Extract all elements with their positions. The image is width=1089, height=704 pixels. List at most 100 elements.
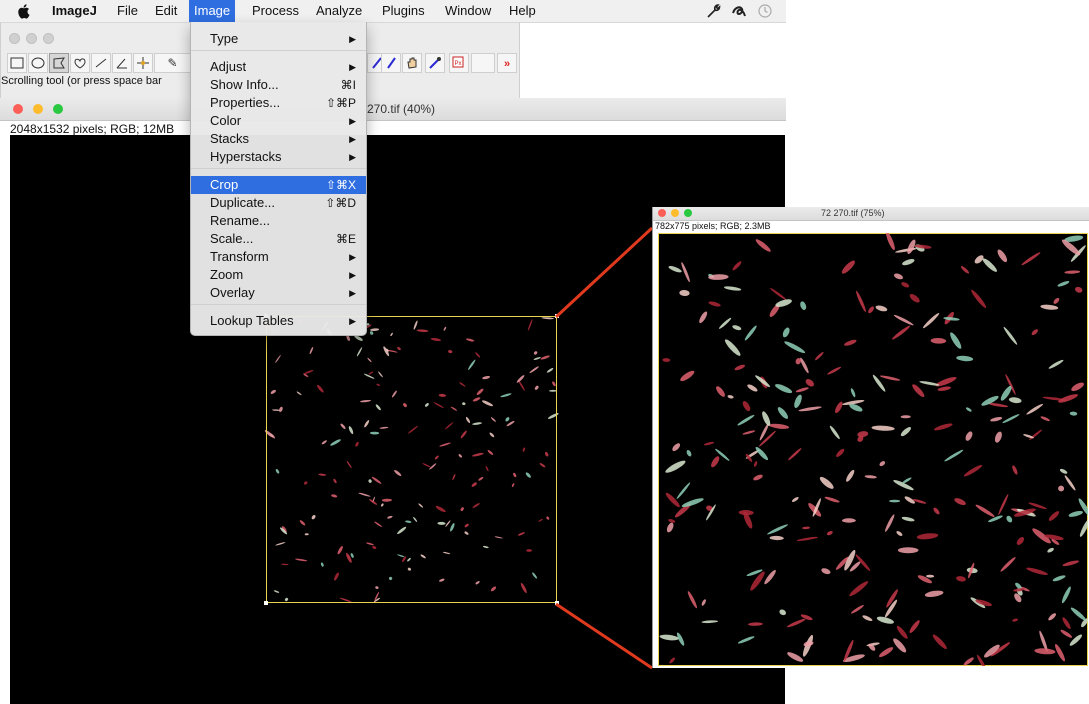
image-window-main-title: 270.tif (40%) bbox=[367, 102, 436, 116]
menu-item-label: Rename... bbox=[210, 213, 270, 228]
menu-item-properties[interactable]: Properties... ⇧⌘P bbox=[191, 94, 366, 112]
blank-tool-slot[interactable] bbox=[471, 53, 495, 73]
menu-item-type[interactable]: Type ▶ bbox=[191, 30, 366, 48]
close-button[interactable] bbox=[13, 104, 23, 114]
menu-item-duplicate[interactable]: Duplicate... ⇧⌘D bbox=[191, 194, 366, 212]
zoom-button[interactable] bbox=[53, 104, 63, 114]
menu-item-label: Crop bbox=[210, 177, 239, 192]
image-menu-dropdown: Type ▶ Adjust ▶ Show Info... ⌘I Properties... ⇧… bbox=[190, 22, 367, 336]
roi-handle[interactable] bbox=[555, 601, 559, 605]
menu-analyze[interactable]: Analyze bbox=[311, 0, 367, 22]
menu-item-shortcut: ⌘I bbox=[340, 78, 356, 92]
menu-window[interactable]: Window bbox=[440, 0, 496, 22]
menu-app-name[interactable]: ImageJ bbox=[47, 0, 102, 22]
submenu-arrow-icon: ▶ bbox=[349, 134, 356, 144]
menu-item-adjust[interactable]: Adjust ▶ bbox=[191, 58, 366, 76]
menu-item-label: Transform bbox=[210, 249, 269, 264]
menu-image[interactable]: Image bbox=[189, 0, 236, 22]
menu-item-shortcut: ⌘E bbox=[335, 232, 356, 246]
zoom-button[interactable] bbox=[43, 33, 54, 44]
menu-item-shortcut: ⇧⌘D bbox=[325, 196, 356, 210]
zoom-button[interactable] bbox=[684, 209, 692, 217]
menu-item-transform[interactable]: Transform ▶ bbox=[191, 248, 366, 266]
menubar: ImageJ File Edit Image Process Analyze P… bbox=[0, 0, 786, 23]
pixel-inspector-icon[interactable]: Px bbox=[449, 53, 469, 73]
menu-item-color[interactable]: Color ▶ bbox=[191, 112, 366, 130]
menu-process[interactable]: Process bbox=[247, 0, 304, 22]
menu-item-rename[interactable]: Rename... bbox=[191, 212, 366, 230]
point-tool-icon[interactable] bbox=[133, 53, 153, 73]
menu-item-label: Color bbox=[210, 113, 242, 128]
wrench-icon[interactable] bbox=[705, 3, 721, 19]
image-info: 782x775 pixels; RGB; 2.3MB bbox=[655, 221, 771, 231]
menu-item-label: Stacks bbox=[210, 131, 250, 146]
wand-tool-icon[interactable]: ✎ bbox=[154, 53, 191, 73]
roi-selection[interactable] bbox=[264, 314, 559, 605]
roi-handle[interactable] bbox=[264, 601, 268, 605]
menu-edit[interactable]: Edit bbox=[150, 0, 182, 22]
line-tool-icon[interactable] bbox=[91, 53, 111, 73]
svg-text:Px: Px bbox=[455, 61, 462, 67]
image-canvas[interactable] bbox=[656, 231, 1089, 668]
minimize-button[interactable] bbox=[33, 104, 43, 114]
submenu-arrow-icon: ▶ bbox=[349, 62, 356, 72]
submenu-arrow-icon: ▶ bbox=[349, 288, 356, 298]
rectangle-tool-icon[interactable] bbox=[7, 53, 27, 73]
minimize-button[interactable] bbox=[26, 33, 37, 44]
menu-item-crop[interactable]: Crop ⇧⌘X bbox=[191, 176, 366, 194]
menu-item-stacks[interactable]: Stacks ▶ bbox=[191, 130, 366, 148]
image-info: 2048x1532 pixels; RGB; 12MB bbox=[10, 122, 175, 136]
image-window-cropped: 72 270.tif (75%) 782x775 pixels; RGB; 2.… bbox=[652, 207, 1089, 668]
menu-item-shortcut: ⇧⌘P bbox=[325, 96, 356, 110]
menu-item-label: Zoom bbox=[210, 267, 244, 282]
submenu-arrow-icon: ▶ bbox=[349, 34, 356, 44]
image-window-cropped-titlebar[interactable]: 72 270.tif (75%) bbox=[653, 207, 1089, 221]
menu-help[interactable]: Help bbox=[504, 0, 541, 22]
submenu-arrow-icon: ▶ bbox=[349, 270, 356, 280]
menu-item-hyperstacks[interactable]: Hyperstacks ▶ bbox=[191, 148, 366, 166]
menu-separator bbox=[191, 304, 366, 305]
submenu-arrow-icon: ▶ bbox=[349, 152, 356, 162]
menu-item-scale[interactable]: Scale... ⌘E bbox=[191, 230, 366, 248]
time-machine-icon[interactable] bbox=[757, 3, 773, 19]
micrograph-image bbox=[659, 233, 1088, 666]
close-button[interactable] bbox=[658, 209, 666, 217]
freehand-tool-icon[interactable] bbox=[70, 53, 90, 73]
oval-tool-icon[interactable] bbox=[28, 53, 48, 73]
roi-handle[interactable] bbox=[555, 314, 559, 318]
menu-item-show-info[interactable]: Show Info... ⌘I bbox=[191, 76, 366, 94]
menu-item-label: Overlay bbox=[210, 285, 255, 300]
menu-file[interactable]: File bbox=[112, 0, 143, 22]
submenu-arrow-icon: ▶ bbox=[349, 116, 356, 126]
image-window-cropped-title: 72 270.tif (75%) bbox=[821, 208, 885, 218]
menu-item-label: Show Info... bbox=[210, 77, 279, 92]
close-button[interactable] bbox=[9, 33, 20, 44]
more-tools-icon[interactable]: » bbox=[497, 53, 517, 73]
menu-item-label: Lookup Tables bbox=[210, 313, 294, 328]
menu-item-lookup-tables[interactable]: Lookup Tables ▶ bbox=[191, 312, 366, 330]
polygon-tool-icon[interactable] bbox=[49, 53, 69, 73]
menu-item-overlay[interactable]: Overlay ▶ bbox=[191, 284, 366, 302]
image-window-main-titlebar[interactable]: 270.tif (40%) bbox=[0, 98, 786, 121]
minimize-button[interactable] bbox=[671, 209, 679, 217]
menu-item-label: Type bbox=[210, 31, 239, 46]
angle-tool-icon[interactable] bbox=[112, 53, 132, 73]
menu-item-label: Hyperstacks bbox=[210, 149, 282, 164]
hand-tool-icon[interactable] bbox=[402, 53, 422, 73]
menu-item-shortcut: ⇧⌘X bbox=[325, 178, 356, 192]
brush-tool-icon[interactable] bbox=[381, 53, 401, 73]
menu-plugins[interactable]: Plugins bbox=[377, 0, 430, 22]
menu-item-label: Adjust bbox=[210, 59, 247, 74]
menu-separator bbox=[191, 50, 366, 51]
dropper-tool-icon[interactable] bbox=[425, 53, 445, 73]
script-icon[interactable] bbox=[731, 3, 747, 19]
apple-icon[interactable] bbox=[17, 3, 31, 19]
submenu-arrow-icon: ▶ bbox=[349, 252, 356, 262]
menu-item-label: Scale... bbox=[210, 231, 254, 246]
submenu-arrow-icon: ▶ bbox=[349, 316, 356, 326]
menu-item-zoom[interactable]: Zoom ▶ bbox=[191, 266, 366, 284]
menu-separator bbox=[191, 168, 366, 169]
menu-item-label: Duplicate... bbox=[210, 195, 276, 210]
menu-item-label: Properties... bbox=[210, 95, 281, 110]
toolbar-status: Scrolling tool (or press space bar bbox=[1, 75, 162, 87]
